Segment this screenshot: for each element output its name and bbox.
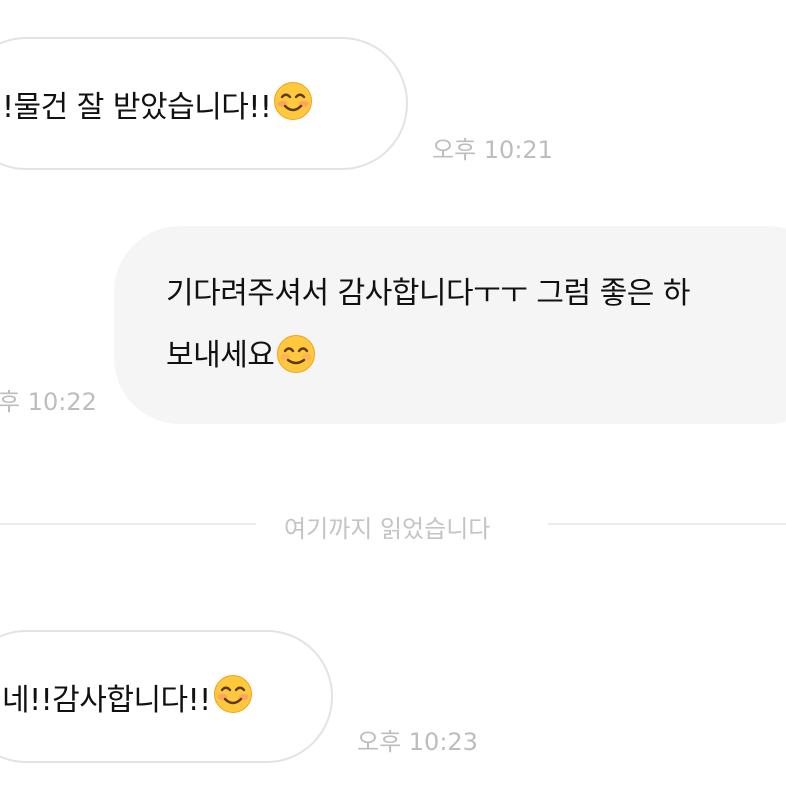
read-divider-label: 여기까지 읽었습니다 <box>284 515 491 543</box>
smiling-face-emoji-icon <box>276 334 316 374</box>
message-timestamp: 후 10:22 <box>0 388 97 416</box>
message-bubble-received[interactable]: 네!!감사합니다!! <box>0 630 333 763</box>
read-divider-line-right <box>548 523 786 525</box>
message-timestamp: 오후 10:21 <box>432 136 553 164</box>
blush-smile-emoji-icon <box>213 674 253 714</box>
message-text: 네!!감사합니다!! <box>2 682 211 718</box>
message-timestamp: 오후 10:23 <box>357 728 478 756</box>
read-divider-line-left <box>0 523 256 525</box>
chat-thread: !물건 잘 받았습니다!! 오후 10:21 기다려주셔서 감사합니다ㅜㅜ 그럼… <box>0 0 786 786</box>
message-text-line-1: 기다려주셔서 감사합니다ㅜㅜ 그럼 좋은 하 <box>166 276 690 311</box>
message-bubble-received[interactable]: !물건 잘 받았습니다!! <box>0 37 408 170</box>
message-text-line-2: 보내세요 <box>166 325 786 387</box>
message-text: !물건 잘 받았습니다!! <box>2 89 272 125</box>
message-bubble-sent[interactable]: 기다려주셔서 감사합니다ㅜㅜ 그럼 좋은 하 보내세요 <box>114 226 786 424</box>
blush-smile-emoji-icon <box>273 81 313 121</box>
